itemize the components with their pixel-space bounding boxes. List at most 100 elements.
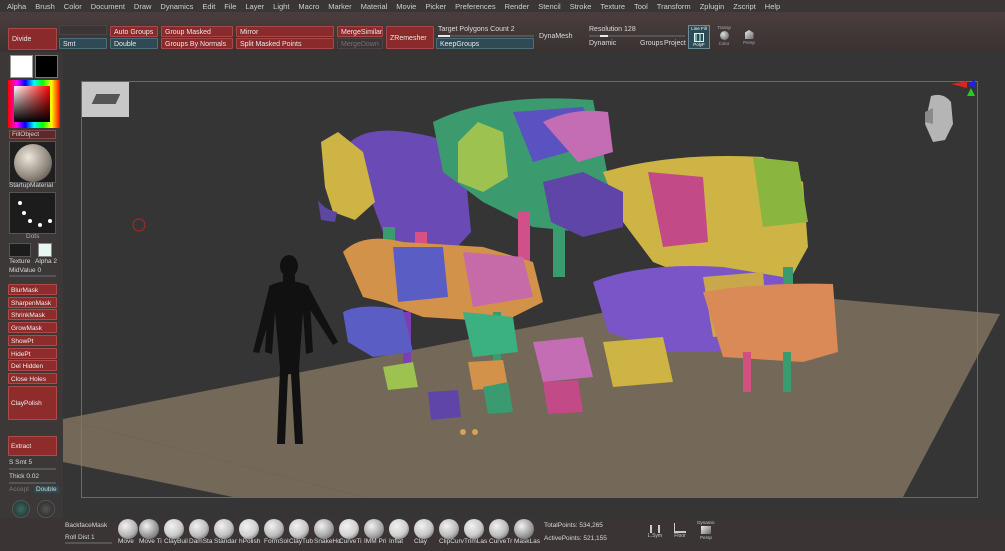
menu-zplugin[interactable]: Zplugin [700,2,725,11]
floor-button[interactable]: Floor [670,520,690,546]
menu-layer[interactable]: Layer [245,2,264,11]
brush-inflat-icon[interactable] [389,519,409,539]
brush-trimlas-icon[interactable] [464,519,484,539]
brush-move-ti-icon[interactable] [139,519,159,539]
merge-similar-button[interactable]: MergeSimilar [337,26,383,37]
menu-alpha[interactable]: Alpha [7,2,26,11]
menu-dynamics[interactable]: Dynamics [160,2,193,11]
menu-file[interactable]: File [224,2,236,11]
menu-color[interactable]: Color [64,2,82,11]
main-color-swatch[interactable] [10,55,33,78]
double-button[interactable]: Double [110,38,158,49]
menu-preferences[interactable]: Preferences [455,2,495,11]
group-masked-button[interactable]: Group Masked [161,26,233,37]
dynamic-persp-button[interactable]: Dynamic Persp [695,520,717,546]
keep-groups-button[interactable]: KeepGroups [436,38,534,49]
shrink-mask-button[interactable]: ShrinkMask [8,309,57,320]
brush-snakeho-icon[interactable] [314,519,334,539]
brush-claytub-icon[interactable] [289,519,309,539]
persp-top-button[interactable]: Persp [738,25,760,49]
menu-texture[interactable]: Texture [600,2,625,11]
close-holes-button[interactable]: Close Holes [8,373,57,384]
menu-transform[interactable]: Transform [657,2,691,11]
menu-light[interactable]: Light [273,2,289,11]
material-thumbnail[interactable] [9,141,56,183]
brush-damsta-icon[interactable] [189,519,209,539]
roll-dist-slider[interactable] [65,542,112,544]
texture-thumbnail[interactable] [9,243,31,257]
lsym-button[interactable]: L.Sym [645,522,665,546]
groups-toggle[interactable]: Groups [640,40,663,47]
menu-help[interactable]: Help [765,2,780,11]
blur-mask-button[interactable]: BlurMask [8,284,57,295]
double-toggle[interactable]: Double [34,486,59,493]
extract-button[interactable]: Extract [8,436,57,456]
menu-draw[interactable]: Draw [134,2,152,11]
zremesher-button[interactable]: ZRemesher [386,26,434,49]
menu-brush[interactable]: Brush [35,2,55,11]
dynamesh-button[interactable]: DynaMesh [539,33,572,40]
brush-curveti-label: CurveTi [339,538,362,545]
target-polygons-fill [438,35,450,37]
accept-button[interactable]: Accept [9,486,29,493]
line-fill-button[interactable]: Line Fill PolyF [688,25,710,49]
split-masked-points-button[interactable]: Split Masked Points [236,38,334,49]
divide-button[interactable]: Divide [8,28,57,50]
menu-stroke[interactable]: Stroke [570,2,592,11]
menu-tool[interactable]: Tool [634,2,648,11]
menu-picker[interactable]: Picker [425,2,446,11]
total-points-value: 534,265 [579,522,603,529]
transp-button[interactable]: Transp Color [713,25,735,49]
hide-pt-button[interactable]: HidePt [8,348,57,359]
mirror-button[interactable]: Mirror [236,26,334,37]
sharpen-mask-button[interactable]: SharpenMask [8,297,57,308]
saturation-square[interactable] [14,86,50,122]
backface-mask-toggle[interactable]: BackfaceMask [65,522,107,529]
brush-claybuil-icon[interactable] [164,519,184,539]
menu-zscript[interactable]: Zscript [733,2,756,11]
grow-mask-button[interactable]: GrowMask [8,322,57,333]
spiral-icon[interactable] [37,500,55,518]
brush-curveti-icon[interactable] [339,519,359,539]
alpha-thumbnail[interactable] [38,243,52,257]
menu-material[interactable]: Material [361,2,388,11]
menu-edit[interactable]: Edit [202,2,215,11]
menu-stencil[interactable]: Stencil [538,2,561,11]
auto-groups-button[interactable]: Auto Groups [110,26,158,37]
show-pt-button[interactable]: ShowPt [8,335,57,346]
brush-standar-icon[interactable] [214,519,234,539]
smt-button[interactable]: Smt [59,38,107,49]
transp-label: Transp [717,25,731,30]
clay-polish-button[interactable]: ClayPolish [8,386,57,420]
project-toggle[interactable]: Project [664,40,686,47]
brush-curvetr-icon[interactable] [489,519,509,539]
del-hidden-button[interactable]: Del Hidden [8,360,57,371]
thick-slider[interactable] [9,482,56,484]
merge-down-button[interactable]: MergeDown [337,38,383,49]
mid-value-slider[interactable] [9,275,56,277]
menu-document[interactable]: Document [91,2,125,11]
sphere-icon [719,31,729,40]
groups-by-normals-button[interactable]: Groups By Normals [161,38,233,49]
target-polygons-slider[interactable] [438,35,534,37]
canvas-viewport[interactable] [63,52,1005,518]
brush-move-icon[interactable] [118,519,138,539]
menu-marker[interactable]: Marker [328,2,351,11]
brush-clay-icon[interactable] [414,519,434,539]
color-picker[interactable] [8,80,60,128]
brush-imm-pri-icon[interactable] [364,519,384,539]
stroke-thumbnail[interactable] [9,192,56,234]
divide-options[interactable] [59,25,107,35]
brush-formsol-icon[interactable] [264,519,284,539]
fill-object-button[interactable]: FillObject [9,130,56,139]
s-smt-slider[interactable] [9,468,56,470]
menu-movie[interactable]: Movie [396,2,416,11]
menu-render[interactable]: Render [505,2,530,11]
ghost-icon[interactable] [12,500,30,518]
brush-hpolish-icon[interactable] [239,519,259,539]
menu-macro[interactable]: Macro [298,2,319,11]
brush-clipcurv-icon[interactable] [439,519,459,539]
secondary-color-swatch[interactable] [35,55,58,78]
brush-masklas-icon[interactable] [514,519,534,539]
dynamic-toggle[interactable]: Dynamic [589,40,616,47]
